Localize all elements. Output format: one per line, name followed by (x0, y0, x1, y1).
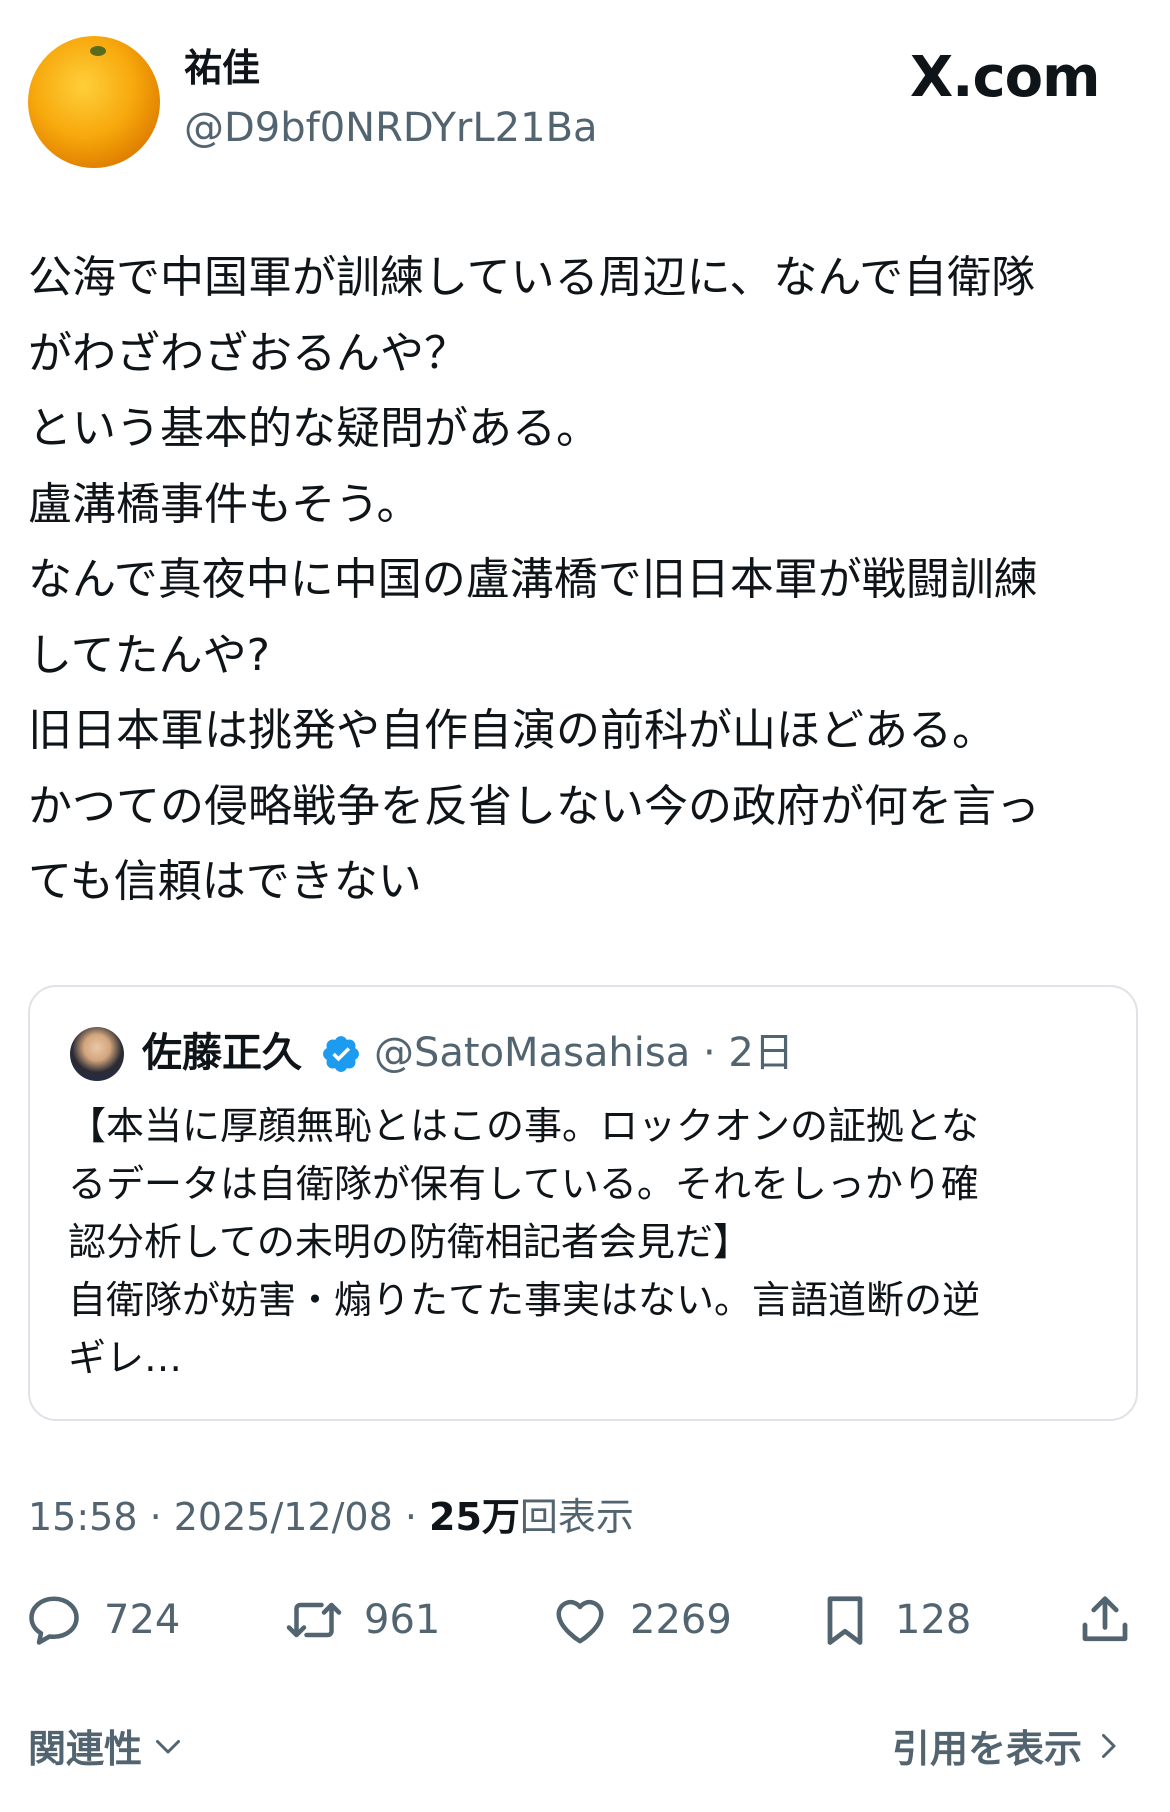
chevron-down-icon (156, 1739, 181, 1753)
avatar-leaf (90, 46, 106, 56)
reply-icon (29, 1596, 79, 1645)
quoted-handle-time: @SatoMasahisa · 2日 (374, 1030, 794, 1076)
heart-icon (556, 1599, 604, 1644)
views-label: 回表示 (519, 1495, 634, 1539)
like-button[interactable]: 2269 (550, 1590, 732, 1650)
like-count: 2269 (630, 1597, 732, 1643)
author-display-name[interactable]: 祐佳 (184, 46, 260, 92)
tweet-text: 公海で中国軍が訓練している周辺に、なんで自衛隊 がわざわざおるんや？ という基本… (28, 252, 1040, 907)
tweet-timestamp: 15:58 · 2025/12/08 · (28, 1495, 430, 1539)
reply-count: 724 (104, 1597, 181, 1643)
author-handle[interactable]: @D9bf0NRDYrL21Ba (184, 104, 598, 152)
bookmark-icon (827, 1596, 863, 1645)
quoted-tweet-text: 【本当に厚顔無恥とはこの事。ロックオンの証拠とな るデータは自衛隊が保有している… (68, 1104, 981, 1380)
tweet-meta: 15:58 · 2025/12/08 · 25万回表示 (28, 1495, 634, 1541)
x-logo: X.com (910, 45, 1100, 110)
view-quotes-link[interactable]: 引用を表示 (892, 1718, 1126, 1773)
bookmark-count: 128 (895, 1597, 972, 1643)
bookmark-button[interactable]: 128 (815, 1590, 971, 1650)
view-quotes-label: 引用を表示 (892, 1727, 1083, 1771)
quoted-author-avatar (70, 1027, 124, 1081)
quoted-tweet-card[interactable]: 佐藤正久 @SatoMasahisa · 2日 【本当に厚顔無恥とはこの事。ロッ… (28, 985, 1138, 1421)
retweet-button[interactable]: 961 (284, 1590, 440, 1650)
quoted-author-name: 佐藤正久 (142, 1030, 302, 1076)
relevance-sort-dropdown[interactable]: 関連性 (28, 1718, 186, 1773)
author-avatar[interactable] (28, 36, 160, 168)
relevance-sort-label: 関連性 (28, 1727, 143, 1771)
retweet-count: 961 (364, 1597, 441, 1643)
share-icon (1082, 1596, 1128, 1642)
verified-badge-icon (323, 1036, 359, 1072)
views-count: 25万 (429, 1495, 520, 1539)
retweet-icon (286, 1602, 342, 1638)
share-button[interactable] (1075, 1590, 1135, 1650)
chevron-right-icon (1102, 1733, 1116, 1758)
reply-button[interactable]: 724 (24, 1590, 180, 1650)
